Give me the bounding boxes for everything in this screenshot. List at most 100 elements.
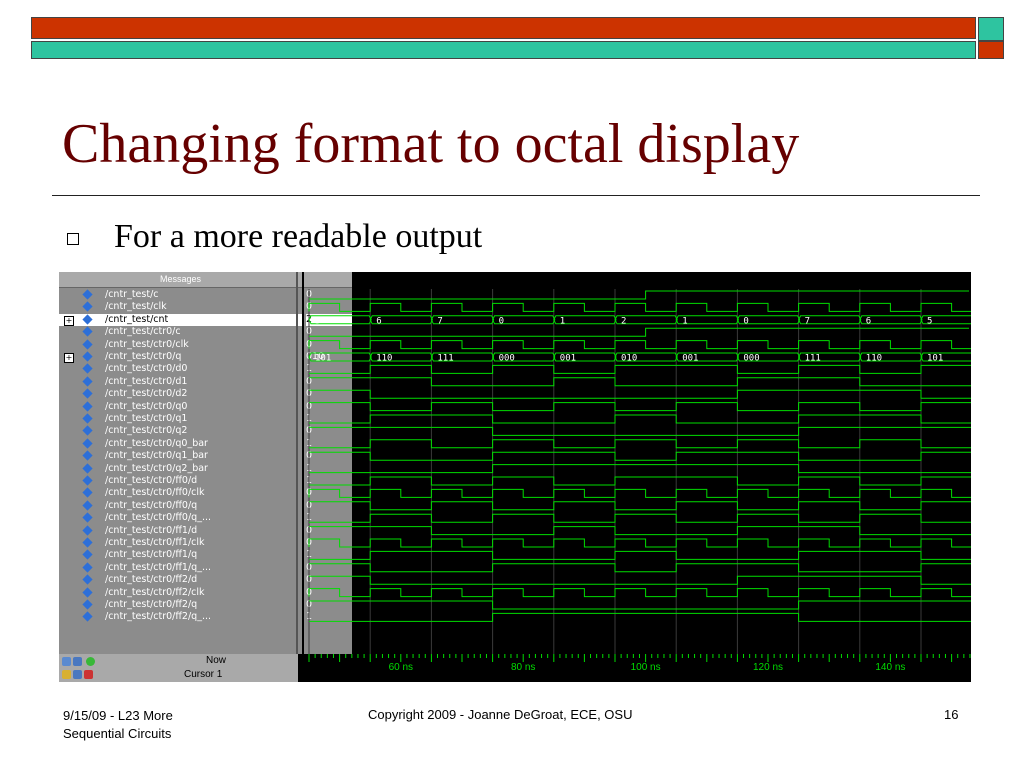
signal-value: 1 xyxy=(306,512,313,524)
signal-name: /cntr_test/ctr0/ff1/clk xyxy=(105,537,205,548)
signal-diamond-icon xyxy=(82,425,93,436)
signal-value: 1 xyxy=(306,437,313,449)
signal-value: 0 xyxy=(306,450,313,462)
bit-wave xyxy=(309,464,971,474)
bus-segment xyxy=(920,315,971,325)
bus-value: 110 xyxy=(376,354,392,364)
signal-row[interactable]: /cntr_test/ctr0/ff1/q_... xyxy=(59,562,302,574)
signal-row[interactable]: + /cntr_test/cnt xyxy=(59,313,302,326)
signal-name: /cntr_test/c xyxy=(105,289,159,300)
signal-diamond-icon xyxy=(82,289,93,300)
zoom-icon[interactable] xyxy=(62,657,71,666)
bus-segment xyxy=(430,352,495,362)
signal-name: /cntr_test/ctr0/ff0/q_... xyxy=(105,512,211,524)
signal-row[interactable]: /cntr_test/c xyxy=(59,289,302,301)
signal-row[interactable]: /cntr_test/ctr0/d2 xyxy=(59,388,302,400)
signal-row[interactable]: /cntr_test/ctr0/ff1/clk xyxy=(59,537,302,549)
bus-value: 101 xyxy=(927,354,943,364)
time-tick-label: 140 ns xyxy=(875,662,905,673)
expand-icon[interactable]: + xyxy=(64,353,74,363)
signal-name: /cntr_test/ctr0/ff2/q xyxy=(105,599,198,610)
signal-row[interactable]: /cntr_test/ctr0/ff1/d xyxy=(59,525,302,537)
signal-row[interactable]: /cntr_test/ctr0/q1_bar xyxy=(59,450,302,462)
signal-value: 0 xyxy=(306,499,313,511)
signal-diamond-icon xyxy=(82,463,93,474)
signal-diamond-icon xyxy=(82,487,93,498)
bus-segment xyxy=(736,352,801,362)
signal-name: /cntr_test/ctr0/ff0/clk xyxy=(105,487,205,499)
bit-wave xyxy=(309,377,971,387)
now-label: Now xyxy=(206,655,227,666)
bus-segment xyxy=(614,352,678,362)
signal-name: /cntr_test/ctr0/q1_bar xyxy=(105,450,208,462)
signal-diamond-icon xyxy=(82,574,93,585)
delete-cursor-icon[interactable] xyxy=(84,670,93,679)
signal-name: /cntr_test/clk xyxy=(105,301,167,313)
edit-cursor-icon[interactable] xyxy=(73,670,82,679)
signal-row[interactable]: /cntr_test/ctr0/q2 xyxy=(59,425,302,437)
signal-row[interactable]: + /cntr_test/ctr0/q xyxy=(59,351,302,363)
signal-row[interactable]: /cntr_test/ctr0/ff0/clk xyxy=(59,487,302,499)
signal-row[interactable]: /cntr_test/ctr0/q0_bar xyxy=(59,438,302,450)
bus-value: 000 xyxy=(499,354,515,364)
time-tick-label: 80 ns xyxy=(511,662,535,673)
signal-diamond-icon xyxy=(82,301,93,312)
signal-row[interactable]: /cntr_test/clk xyxy=(59,301,302,313)
time-tick-label: 60 ns xyxy=(389,662,413,673)
signal-value: 1 xyxy=(306,549,313,561)
signal-row[interactable]: /cntr_test/ctr0/ff0/d xyxy=(59,475,302,487)
bus-value: 000 xyxy=(743,354,759,364)
signal-diamond-icon xyxy=(82,500,93,511)
lock-icon[interactable] xyxy=(62,670,71,679)
add-icon[interactable] xyxy=(86,657,95,666)
signal-value: 0 xyxy=(306,487,313,499)
signal-diamond-icon xyxy=(82,314,93,325)
signal-row[interactable]: /cntr_test/ctr0/c xyxy=(59,326,302,338)
signal-row[interactable]: /cntr_test/ctr0/q0 xyxy=(59,401,302,413)
signal-row[interactable]: /cntr_test/ctr0/ff2/q_... xyxy=(59,611,302,623)
timeline-ruler xyxy=(298,654,971,682)
bit-wave xyxy=(309,439,971,449)
signal-value: 1 xyxy=(306,413,313,424)
signal-value: 1 xyxy=(306,462,313,474)
signal-row[interactable]: /cntr_test/ctr0/d0 xyxy=(59,363,302,375)
signal-diamond-icon xyxy=(82,363,93,374)
signal-value: 0 xyxy=(306,326,313,338)
bit-wave xyxy=(309,501,971,511)
signal-value: 0 xyxy=(306,289,313,300)
signal-value: 010 xyxy=(306,351,325,362)
signal-value: 0 xyxy=(306,400,313,412)
signal-row[interactable]: /cntr_test/ctr0/ff2/q xyxy=(59,599,302,611)
signal-name: /cntr_test/ctr0/ff2/clk xyxy=(105,586,205,598)
signal-row[interactable]: /cntr_test/ctr0/ff0/q_... xyxy=(59,512,302,524)
bus-segment xyxy=(430,315,495,325)
values-header xyxy=(304,272,352,288)
signal-row[interactable]: /cntr_test/ctr0/clk xyxy=(59,339,302,351)
signal-row[interactable]: /cntr_test/ctr0/ff1/q xyxy=(59,549,302,561)
add-cursor-icon[interactable] xyxy=(73,657,82,666)
expand-icon[interactable]: + xyxy=(64,315,74,326)
signal-row[interactable]: /cntr_test/ctr0/d1 xyxy=(59,376,302,388)
signal-row[interactable]: /cntr_test/ctr0/ff2/clk xyxy=(59,587,302,599)
bus-value: 111 xyxy=(437,354,453,364)
control-wave xyxy=(309,290,969,300)
bit-wave xyxy=(309,563,971,573)
bit-wave xyxy=(309,426,971,436)
signal-row[interactable]: /cntr_test/ctr0/q2_bar xyxy=(59,463,302,475)
clock-wave xyxy=(308,488,971,498)
signal-row[interactable]: /cntr_test/ctr0/ff2/d xyxy=(59,574,302,586)
cursor-label: Cursor 1 xyxy=(184,669,223,680)
bit-wave xyxy=(309,612,971,622)
header-teal-square xyxy=(978,17,1004,41)
clock-wave xyxy=(308,302,971,312)
signal-name: /cntr_test/ctr0/ff1/q xyxy=(105,549,198,561)
signal-name: /cntr_test/cnt xyxy=(105,313,169,325)
signal-row[interactable]: /cntr_test/ctr0/q1 xyxy=(59,413,302,425)
signal-diamond-icon xyxy=(82,475,93,486)
signal-name: /cntr_test/ctr0/ff0/q xyxy=(105,499,198,511)
clock-wave xyxy=(308,340,971,350)
signal-value: 0 xyxy=(306,524,313,536)
signal-diamond-icon xyxy=(82,438,93,449)
bit-wave xyxy=(309,451,971,461)
signal-row[interactable]: /cntr_test/ctr0/ff0/q xyxy=(59,500,302,512)
